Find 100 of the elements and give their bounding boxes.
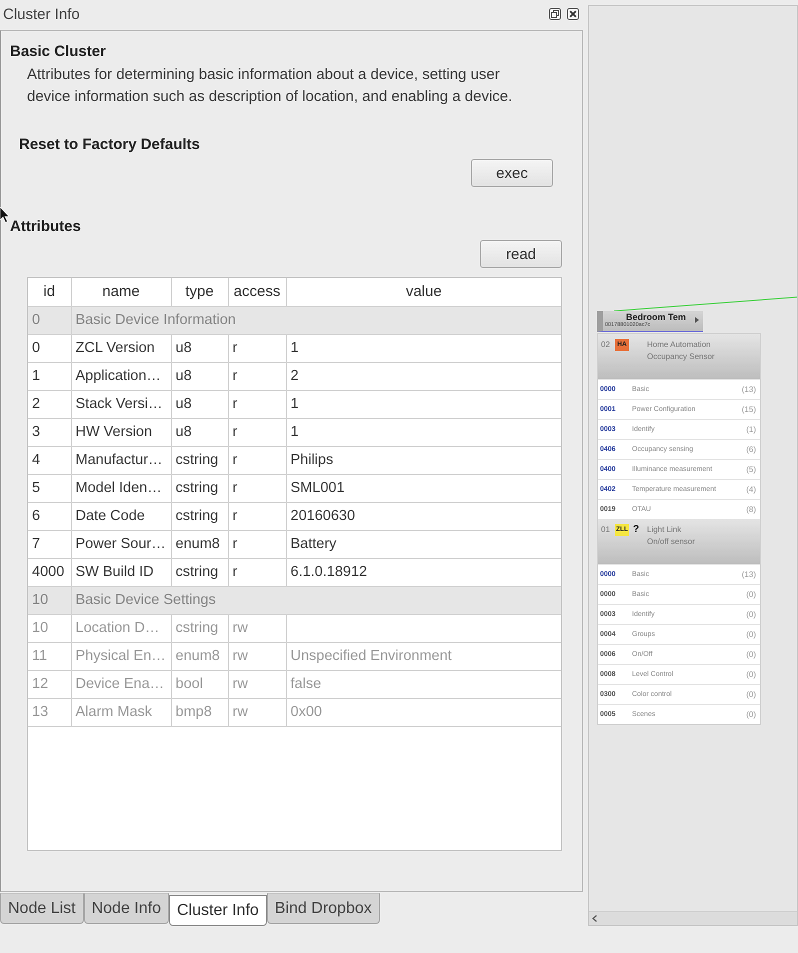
attribute-count: (15) [742,405,756,414]
column-header: id [28,278,71,306]
cursor-icon [0,207,9,223]
profile-name: Light Link [647,524,682,536]
table-cell: u8 [171,334,228,362]
table-cell: 4 [28,446,71,474]
table-cell: r [228,558,286,586]
table-cell: Model Iden… [71,474,171,502]
attribute-count: (0) [746,650,756,659]
close-icon[interactable] [567,8,579,20]
endpoint-number: 02 [601,339,611,351]
table-cell: r [228,502,286,530]
column-header: name [71,278,171,306]
table-cell: 0 [28,334,71,362]
table-cell: Location D… [71,614,171,642]
table-cell: cstring [171,614,228,642]
column-header: value [286,278,561,306]
profile-name: Home Automation [647,339,712,351]
table-cell: r [228,474,286,502]
attribute-count: (4) [746,485,756,494]
table-cell: Power Sour… [71,530,171,558]
table-cell: r [228,446,286,474]
table-cell: enum8 [171,530,228,558]
table-cell: r [228,418,286,446]
table-cell: 4000 [28,558,71,586]
table-cell: rw [228,642,286,670]
table-cell: cstring [171,502,228,530]
table-cell: 12 [28,670,71,698]
table-cell: u8 [171,418,228,446]
table-cell: cstring [171,474,228,502]
table-cell: bool [171,670,228,698]
table-cell: bmp8 [171,698,228,726]
tab[interactable]: Bind Dropbox [266,893,380,924]
attribute-count: (0) [746,590,756,599]
attribute-count: (0) [746,670,756,679]
group-title: Basic Device Settings [71,586,561,614]
table-cell: HW Version [71,418,171,446]
caret-icon[interactable] [695,317,699,323]
attribute-count: (13) [742,570,756,579]
section-title: Attributes [10,218,81,236]
tab[interactable]: Cluster Info [168,895,267,926]
attribute-count: (0) [746,610,756,619]
table-cell: Physical En… [71,642,171,670]
table-cell: SW Build ID [71,558,171,586]
table-cell: u8 [171,390,228,418]
table-cell: 6 [28,502,71,530]
dock-title: Cluster Info [3,6,80,24]
table-cell: ZCL Version [71,334,171,362]
attribute-count: (13) [742,385,756,394]
table-cell: rw [228,614,286,642]
table-cell: 2 [28,390,71,418]
attribute-count: (8) [746,505,756,514]
table-cell: u8 [171,362,228,390]
read-button[interactable]: read [480,240,562,268]
table-cell: 13 [28,698,71,726]
table-cell: Alarm Mask [71,698,171,726]
table-cell: cstring [171,558,228,586]
attribute-count: (6) [746,445,756,454]
node-title: Bedroom Tem [626,312,686,322]
group-id: 0 [28,306,71,334]
table-cell: 11 [28,642,71,670]
device-type: Occupancy Sensor [647,351,716,363]
table-cell: 5 [28,474,71,502]
attribute-count: (0) [746,630,756,639]
attribute-count: (1) [746,425,756,434]
cluster-description: Attributes for determining basic information about a device, setting user device information such as description of location, and enabling a device. [27,65,514,107]
horizontal-scrollbar[interactable] [589,911,797,925]
endpoint-number: 01 [601,524,611,536]
table-cell: 3 [28,418,71,446]
group-title: Basic Device Information [71,306,561,334]
table-cell: Date Code [71,502,171,530]
table-cell: cstring [171,446,228,474]
attribute-count: (0) [746,690,756,699]
chevron-left-icon[interactable] [592,915,597,922]
table-cell: enum8 [171,642,228,670]
table-cell: 1 [28,362,71,390]
attribute-count: (0) [746,710,756,719]
table-cell: r [228,390,286,418]
cluster-title: Basic Cluster [10,43,106,61]
table-cell: r [228,334,286,362]
device-type: On/off sensor [647,536,696,548]
tab[interactable]: Node Info [84,893,169,924]
column-header: type [171,278,228,306]
table-cell: Application… [71,362,171,390]
command-title: Reset to Factory Defaults [19,136,200,154]
table-cell: Manufactur… [71,446,171,474]
group-id: 10 [28,586,71,614]
table-cell: Stack Versi… [71,390,171,418]
table-cell: r [228,530,286,558]
exec-button[interactable]: exec [471,159,553,187]
tab[interactable]: Node List [0,893,84,924]
table-cell: r [228,362,286,390]
table-cell: 7 [28,530,71,558]
column-header: access [228,278,286,306]
attribute-count: (5) [746,465,756,474]
restore-icon[interactable] [549,8,561,20]
table-cell: rw [228,698,286,726]
table-cell: rw [228,670,286,698]
table-cell: Device Ena… [71,670,171,698]
unknown-mark: ? [633,524,640,536]
